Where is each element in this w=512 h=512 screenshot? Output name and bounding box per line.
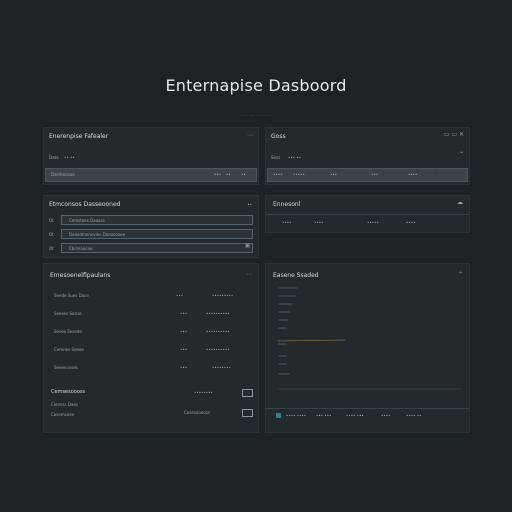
bar-item[interactable]: •••• xyxy=(408,172,417,177)
row-label: Seseo Sesede xyxy=(54,329,82,334)
marker: •• xyxy=(247,202,252,207)
page-title: Enternapise Dasboord xyxy=(165,76,347,95)
panel-middle-right: Ennesonl ☁ •••• •••• ••••• •••• xyxy=(265,195,470,233)
meta-value: •• •• xyxy=(64,155,75,160)
panel-bar[interactable]: Dasmecaae ••• •• •• xyxy=(45,168,257,182)
panel-bottom-left: Emesoenelflpaulans ⋯ Seede Sues Dace •••… xyxy=(43,263,259,433)
meta-label: Data xyxy=(49,155,59,160)
row-amount: •••••••• xyxy=(212,365,231,370)
list-item[interactable]: Ot Cbcmaacee ▣ xyxy=(49,243,254,253)
bar-item[interactable]: ••• xyxy=(371,172,378,177)
panel-top-right: Goss ▭ ▭ ✕ Soss ••• •• ⌄ •••• ••••• ••• … xyxy=(265,127,470,185)
bar-label: Dasmecaae xyxy=(51,172,75,177)
row-value: ••• xyxy=(180,329,188,334)
table-row[interactable]: Seeenceses ••• •••••••• xyxy=(44,364,258,372)
row-label: Seeses Sosne xyxy=(54,311,82,316)
panel-title: Etmconsos Dasseooned xyxy=(49,201,121,208)
toggle-icon[interactable]: ▣ xyxy=(245,244,250,249)
row-label: Cbcmaacee xyxy=(69,246,93,251)
bar-item[interactable]: •••• xyxy=(273,172,282,177)
column-header: •••• xyxy=(406,220,416,225)
bar-item[interactable]: ••• xyxy=(330,172,337,177)
column-header: •••• xyxy=(314,220,324,225)
row-amount: ••••••••• xyxy=(212,293,234,298)
row-value: ••• xyxy=(176,293,184,298)
divider xyxy=(266,214,469,215)
page-subtitle: ........ ...... ....... ......... xyxy=(240,113,272,117)
chart-line xyxy=(277,339,347,342)
row-label: Seeenceses xyxy=(54,365,78,370)
row-label: Seede Sues Dace xyxy=(54,293,89,298)
panel-title: Enerenpise Fafealer xyxy=(49,133,109,140)
chevron-down-icon[interactable]: ⌄ xyxy=(459,149,464,155)
footer-sub: Cleenss Dase xyxy=(51,402,78,407)
legend-item[interactable]: •••• •• xyxy=(406,413,421,418)
row-tag: Ot xyxy=(49,232,54,237)
legend-item[interactable]: •••• xyxy=(381,413,390,418)
column-header: •••• xyxy=(282,220,292,225)
row-amount: •••••••••• xyxy=(206,347,230,352)
window-controls-icon[interactable]: ▭ ▭ ✕ xyxy=(444,132,464,138)
column-header: ••••• xyxy=(367,220,379,225)
status-badge xyxy=(242,389,253,397)
legend-item[interactable]: •••• •••• xyxy=(286,413,306,418)
row-tag: Ot xyxy=(49,246,54,251)
table-row[interactable]: Seede Sues Dace ••• ••••••••• xyxy=(44,292,258,300)
row-label: Cemstaes Daooss xyxy=(69,218,105,223)
table-row[interactable]: Seeses Sosne ••• •••••••••• xyxy=(44,310,258,318)
cloud-icon[interactable]: ☁ xyxy=(457,200,463,206)
list-item[interactable]: Ot Cemstaes Daooss xyxy=(49,215,254,225)
y-axis-ticks xyxy=(278,287,298,375)
legend-swatch xyxy=(276,413,281,418)
row-value: ••• xyxy=(180,311,188,316)
meta-value: ••• •• xyxy=(288,155,302,160)
panel-bottom-right: Easene Ssaded ⌃ •••• •••• ••• ••• •••• •… xyxy=(265,263,470,433)
panel-bar[interactable]: •••• ••••• ••• ••• •••• xyxy=(267,168,468,182)
row-value: ••• xyxy=(180,365,188,370)
footer-label: Cemsesoooss xyxy=(51,389,86,395)
divider xyxy=(266,408,469,409)
status-badge[interactable] xyxy=(242,409,253,417)
bar-item[interactable]: ••••• xyxy=(293,172,305,177)
footer-dots: •••••••• xyxy=(194,390,213,395)
row-amount: •••••••••• xyxy=(206,311,230,316)
row-label: Cemnes Seeee xyxy=(54,347,84,352)
row-value: ••• xyxy=(180,347,188,352)
panel-title: Emesoenelflpaulans xyxy=(50,272,111,279)
bar-item[interactable]: ••• xyxy=(214,172,221,177)
footer-value: Cosesooecos xyxy=(184,410,210,415)
panel-title: Goss xyxy=(271,133,286,140)
divider xyxy=(436,169,437,181)
legend-item[interactable]: ••• ••• xyxy=(316,413,331,418)
row-tag: Ot xyxy=(49,218,54,223)
table-row[interactable]: Cemnes Seeee ••• •••••••••• xyxy=(44,346,258,354)
panel-top-left: Enerenpise Fafealer ⋯ Data •• •• Dasmeca… xyxy=(43,127,259,185)
bar-item[interactable]: •• xyxy=(226,172,231,177)
more-icon[interactable]: ⋯ xyxy=(247,133,253,139)
panel-title: Ennesonl xyxy=(273,201,301,208)
legend-item[interactable]: •••• ••• xyxy=(346,413,364,418)
footer-sub-row: Casemsoee xyxy=(51,412,75,417)
row-label: Deaadmennvies Doeasoooe xyxy=(69,232,126,237)
list-item[interactable]: Ot Deaadmennvies Doeasoooe xyxy=(49,229,254,239)
meta-label: Soss xyxy=(271,155,281,160)
row-amount: •••••••••• xyxy=(206,329,230,334)
panel-middle-left: Etmconsos Dasseooned •• Ot Cemstaes Daoo… xyxy=(43,195,259,258)
line-chart xyxy=(277,287,462,390)
bar-item[interactable]: •• xyxy=(241,172,246,177)
table-row[interactable]: Seseo Sesede ••• •••••••••• xyxy=(44,328,258,336)
more-icon[interactable]: ⋯ xyxy=(246,272,252,278)
